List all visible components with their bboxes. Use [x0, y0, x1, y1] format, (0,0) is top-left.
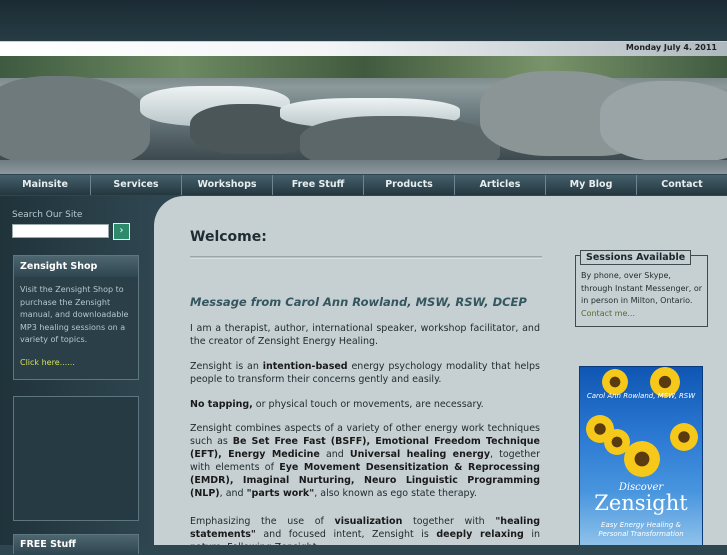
- nav-services[interactable]: Services: [91, 175, 182, 195]
- message-heading: Message from Carol Ann Rowland, MSW, RSW…: [190, 295, 527, 309]
- sidebar-empty-box: [13, 396, 139, 521]
- main-content: Welcome: Message from Carol Ann Rowland,…: [154, 196, 727, 545]
- sessions-box: Sessions Available By phone, over Skype,…: [575, 250, 708, 327]
- main-nav: Mainsite Services Workshops Free Stuff P…: [0, 175, 727, 195]
- book-cover-image[interactable]: Carol Ann Rowland, MSW, RSW Discover Zen…: [579, 366, 703, 545]
- nav-contact[interactable]: Contact: [637, 175, 727, 195]
- book-tagline: Easy Energy Healing & Personal Transforma…: [598, 521, 684, 538]
- book-author: Carol Ann Rowland, MSW, RSW: [586, 392, 696, 400]
- hero-trees: [0, 56, 727, 78]
- hero-rock: [600, 81, 727, 160]
- shop-box: Zensight Shop Visit the Zensight Shop to…: [13, 255, 139, 380]
- current-date: Monday July 4. 2011: [625, 43, 717, 52]
- hero-rock: [300, 116, 500, 160]
- nav-mainsite[interactable]: Mainsite: [0, 175, 91, 195]
- paragraph-techniques: Zensight combines aspects of a variety o…: [190, 423, 541, 499]
- sunflower-icon: [624, 441, 660, 477]
- sunflower-icon: [670, 423, 698, 451]
- page-title: Welcome:: [190, 229, 267, 245]
- nav-workshops[interactable]: Workshops: [182, 175, 273, 195]
- contact-link[interactable]: Contact me...: [581, 309, 635, 318]
- paragraph-no-tapping: No tapping, or physical touch or movemen…: [190, 399, 484, 410]
- nav-products[interactable]: Products: [364, 175, 455, 195]
- paragraph-visualization: Emphasizing the use of visualization tog…: [190, 516, 541, 545]
- nav-my-blog[interactable]: My Blog: [546, 175, 637, 195]
- book-title: Zensight: [594, 491, 688, 515]
- free-stuff-box-title: FREE Stuff: [13, 534, 139, 554]
- sessions-title: Sessions Available: [580, 250, 692, 265]
- search-button[interactable]: ›: [113, 223, 130, 240]
- top-bar: [0, 0, 727, 41]
- nav-articles[interactable]: Articles: [455, 175, 546, 195]
- search-label: Search Our Site: [12, 210, 83, 220]
- hero-rock: [0, 76, 150, 160]
- search-input[interactable]: [12, 224, 109, 238]
- paragraph-intro: I am a therapist, author, international …: [190, 323, 540, 347]
- shop-link[interactable]: Click here......: [20, 357, 132, 370]
- shop-title: Zensight Shop: [14, 256, 138, 277]
- paragraph-intention: Zensight is an intention-based energy ps…: [190, 361, 540, 385]
- hero-lower-strip: [0, 160, 727, 174]
- hero-banner-waterfall: [0, 56, 727, 160]
- date-bar: Monday July 4. 2011: [0, 41, 727, 56]
- title-divider: [190, 256, 542, 259]
- sessions-text: By phone, over Skype, through Instant Me…: [581, 271, 703, 305]
- shop-text: Visit the Zensight Shop to purchase the …: [20, 285, 129, 344]
- nav-free-stuff[interactable]: Free Stuff: [273, 175, 364, 195]
